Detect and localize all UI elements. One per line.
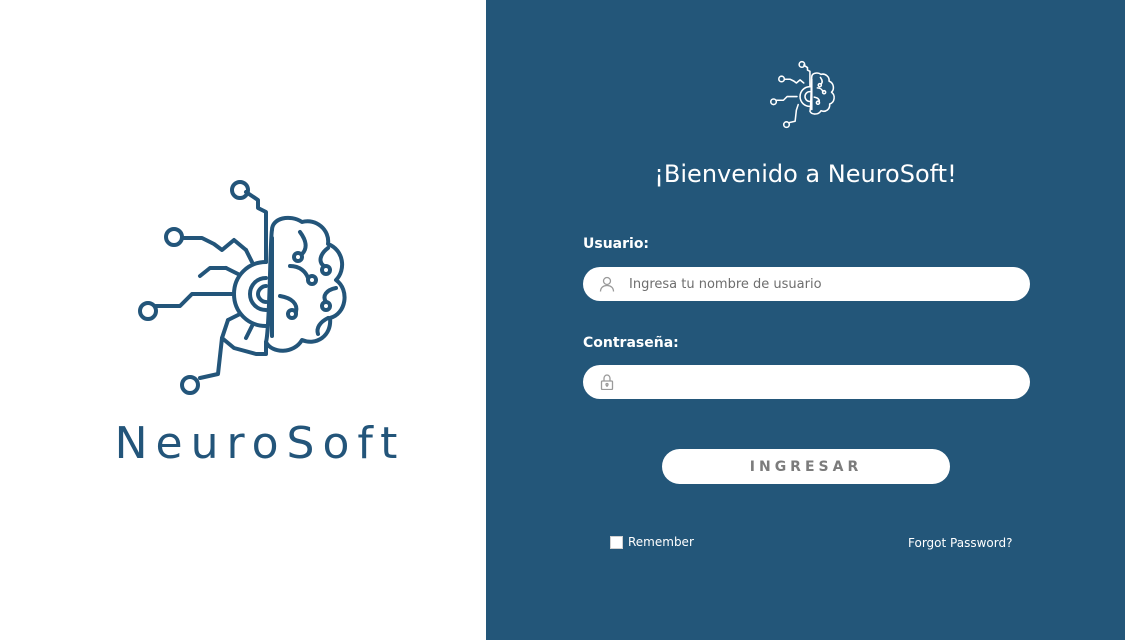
username-input[interactable]	[629, 267, 1009, 301]
remember-checkbox[interactable]	[610, 535, 623, 549]
brain-circuit-icon	[770, 60, 835, 129]
password-label: Contraseña:	[583, 335, 679, 351]
username-field[interactable]	[583, 267, 1030, 301]
remember-option[interactable]: Remember	[610, 535, 694, 549]
user-icon	[599, 276, 615, 292]
lock-icon	[600, 374, 614, 390]
brand-name: NeuroSoft	[114, 418, 406, 469]
brand-panel: NeuroSoft	[0, 0, 486, 640]
password-input[interactable]	[629, 365, 1009, 399]
login-button[interactable]: INGRESAR	[662, 449, 950, 484]
login-panel: ¡Bienvenido a NeuroSoft! Usuario: Contra…	[486, 0, 1125, 640]
password-field[interactable]	[583, 365, 1030, 399]
welcome-title: ¡Bienvenido a NeuroSoft!	[654, 160, 957, 188]
username-label: Usuario:	[583, 236, 650, 252]
brain-circuit-logo-icon	[138, 180, 347, 395]
forgot-password-link[interactable]: Forgot Password?	[908, 536, 1012, 550]
remember-label: Remember	[628, 535, 694, 549]
